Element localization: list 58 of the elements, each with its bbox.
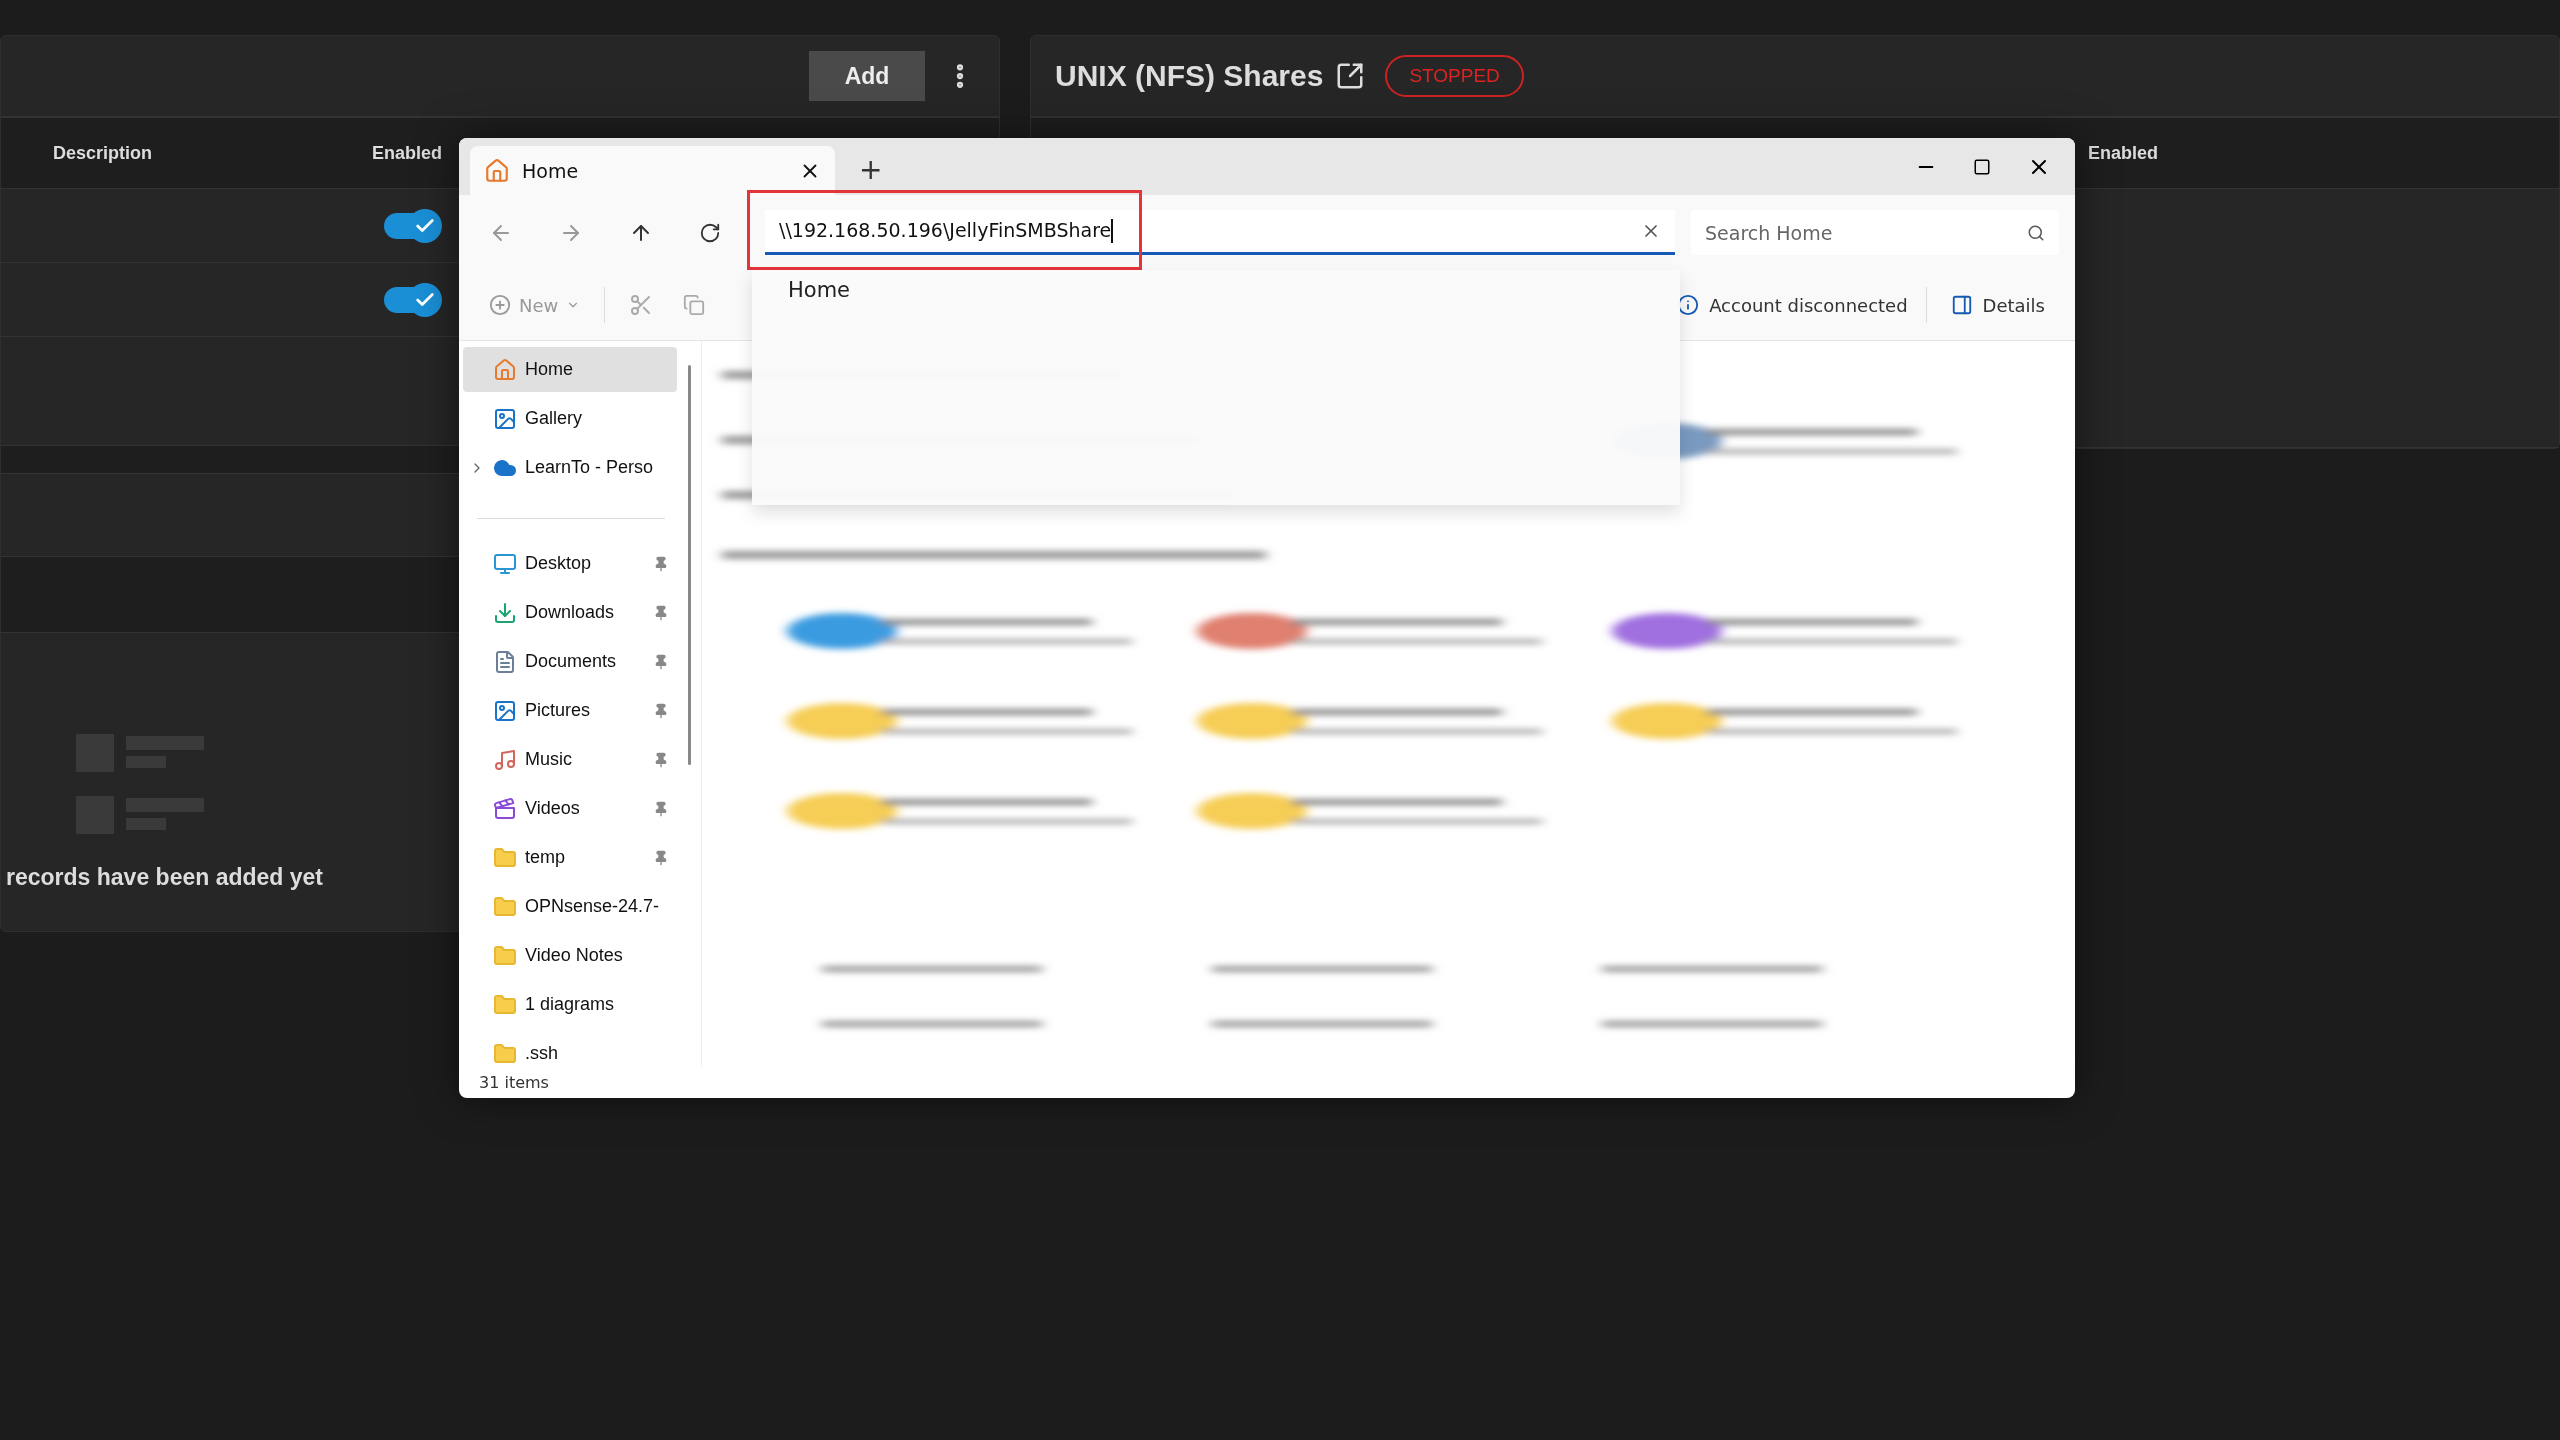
folder-icon: [493, 1041, 517, 1066]
pin-icon: [653, 555, 669, 572]
pin-icon: [653, 653, 669, 670]
video-icon: [493, 796, 517, 821]
plus-icon: [489, 294, 511, 316]
sidebar-item[interactable]: Gallery: [463, 396, 677, 441]
explorer-tab[interactable]: Home: [470, 146, 835, 195]
refresh-icon: [699, 221, 721, 244]
sidebar-item[interactable]: OPNsense-24.7-: [463, 884, 677, 929]
pin-icon: [653, 751, 669, 768]
home-icon: [493, 357, 517, 382]
sidebar-item[interactable]: Music: [463, 737, 677, 782]
sidebar-item[interactable]: 1 diagrams: [463, 982, 677, 1027]
details-button[interactable]: Details: [1944, 293, 2051, 317]
empty-message: records have been added yet: [6, 864, 324, 891]
scrollbar-thumb[interactable]: [687, 365, 691, 765]
document-icon: [493, 649, 517, 674]
folder-icon: [493, 894, 517, 919]
sidebar-item[interactable]: Documents: [463, 639, 677, 684]
suggestion-item[interactable]: Home: [788, 278, 1680, 302]
image-icon: [493, 698, 517, 723]
panel-icon: [1950, 294, 1973, 316]
sidebar-item[interactable]: Desktop: [463, 541, 677, 586]
sidebar-item[interactable]: temp: [463, 835, 677, 880]
search-field[interactable]: Search Home: [1691, 210, 2059, 255]
sidebar-item[interactable]: Pictures: [463, 688, 677, 733]
pin-icon: [653, 849, 669, 866]
music-icon: [493, 747, 517, 772]
column-header: Enabled: [372, 142, 443, 164]
item-count: 31 items: [478, 1071, 550, 1094]
add-button[interactable]: Add: [809, 51, 925, 101]
monitor-icon: [493, 551, 517, 576]
column-header: Enabled: [2088, 142, 2158, 164]
new-tab-button[interactable]: +: [853, 152, 889, 187]
folder-icon: [493, 845, 517, 870]
address-field[interactable]: \\192.168.50.196\JellyFinSMBShare: [765, 210, 1675, 255]
download-icon: [493, 600, 517, 625]
sidebar-item[interactable]: Video Notes: [463, 933, 677, 978]
column-header: Description: [53, 142, 153, 164]
maximize-icon[interactable]: [1973, 157, 1991, 176]
panel-title: UNIX (NFS) Shares: [1055, 59, 1324, 93]
sidebar-item[interactable]: .ssh: [463, 1031, 677, 1066]
pin-icon: [653, 604, 669, 621]
status-badge: STOPPED: [1385, 55, 1524, 97]
folder-icon: [493, 943, 517, 968]
home-icon: [484, 157, 510, 184]
pin-icon: [653, 702, 669, 719]
external-link-icon[interactable]: [1335, 61, 1366, 91]
account-status: Account disconnected: [1709, 294, 1908, 316]
sidebar-item[interactable]: Videos: [463, 786, 677, 831]
search-icon: [2027, 223, 2045, 242]
sidebar-item[interactable]: Downloads: [463, 590, 677, 635]
sidebar-item[interactable]: Home: [463, 347, 677, 392]
image-icon: [493, 406, 517, 431]
pin-icon: [653, 800, 669, 817]
sidebar-item[interactable]: LearnTo - Perso: [463, 445, 677, 490]
folder-icon: [493, 992, 517, 1017]
info-icon: [1677, 294, 1700, 316]
